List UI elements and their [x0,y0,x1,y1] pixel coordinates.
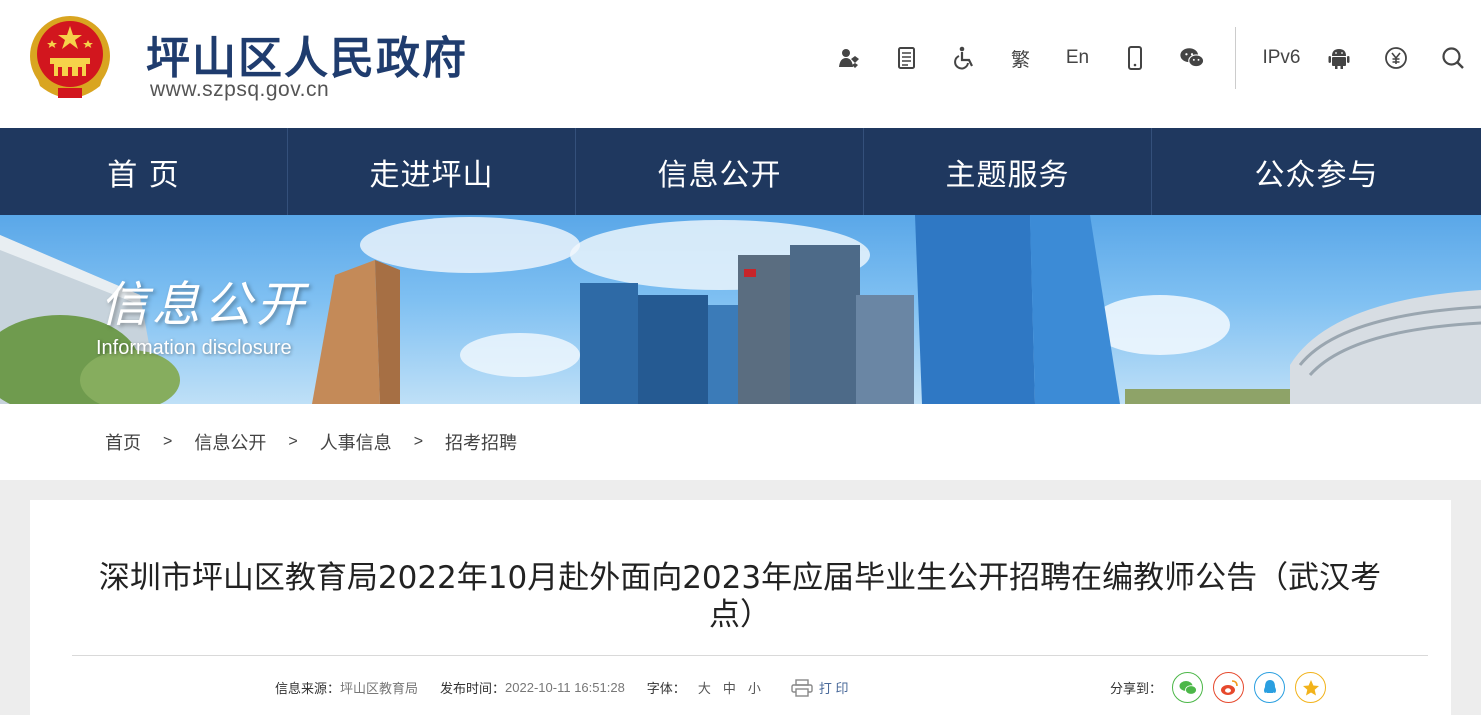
print-button[interactable]: 打 印 [791,678,849,697]
print-label: 打 印 [818,681,849,696]
banner-subtitle: Information disclosure [96,337,292,359]
nav-item-services[interactable]: 主题服务 [864,128,1152,215]
breadcrumb: 首页 > 信息公开 > 人事信息 > 招考招聘 [0,404,1481,480]
main-nav: 首 页 走进坪山 信息公开 主题服务 公众参与 [0,128,1481,215]
wechat-icon [1179,48,1204,68]
source-value: 坪山区教育局 [340,681,419,696]
site-url: www.szpsq.gov.cn [150,78,330,101]
wechat-icon [1179,680,1197,695]
android-button[interactable] [1310,38,1367,78]
search-button[interactable] [1424,38,1481,78]
yuan-currency-icon [1384,47,1407,69]
share-weibo-button[interactable] [1213,672,1245,703]
breadcrumb-disclosure[interactable]: 信息公开 [194,429,266,455]
breadcrumb-recruitment[interactable]: 招考招聘 [445,429,517,455]
english-button[interactable]: En [1049,38,1106,78]
star-icon [1302,679,1319,695]
banner-title: 信息公开 [100,277,309,333]
document-icon [897,47,915,69]
qq-penguin-icon [1263,679,1276,693]
nav-item-participation[interactable]: 公众参与 [1152,128,1481,215]
site-header: 坪山区人民政府 www.szpsq.gov.cn 繁 En IPv6 [0,0,1481,128]
font-medium-button[interactable]: 中 [723,678,736,697]
article-panel: 深圳市坪山区教育局2022年10月赴外面向2023年应届毕业生公开招聘在编教师公… [30,500,1451,715]
elder-mode-button[interactable] [821,38,878,78]
traditional-chinese-button[interactable]: 繁 [992,38,1049,78]
header-toolbar: 繁 En IPv6 [821,27,1481,89]
yuan-button[interactable] [1367,38,1424,78]
article-title: 深圳市坪山区教育局2022年10月赴外面向2023年应届毕业生公开招聘在编教师公… [98,560,1382,633]
title-divider [72,655,1428,656]
breadcrumb-home[interactable]: 首页 [105,429,141,455]
printer-icon [791,678,813,697]
time-value: 2022-10-11 16:51:28 [505,680,625,695]
toolbar-divider [1235,27,1236,89]
time-label: 发布时间： [440,681,506,696]
source-label: 信息来源： [275,681,341,696]
font-large-button[interactable]: 大 [698,678,711,697]
nav-item-about[interactable]: 走进坪山 [288,128,576,215]
android-icon [1328,49,1349,69]
nav-item-home[interactable]: 首 页 [0,128,288,215]
share-label: 分享到： [1110,681,1163,696]
breadcrumb-personnel[interactable]: 人事信息 [320,429,392,455]
people-icon [838,49,859,68]
breadcrumb-separator: > [413,433,424,450]
article-meta: 信息来源： 坪山区教育局 发布时间： 2022-10-11 16:51:28 字… [275,678,848,697]
ipv6-button[interactable]: IPv6 [1253,38,1310,78]
share-qq-button[interactable] [1254,672,1286,703]
share-wechat-button[interactable] [1172,672,1204,703]
wechat-button[interactable] [1163,38,1220,78]
banner: 信息公开 Information disclosure [0,215,1481,404]
accessibility-button[interactable] [935,38,992,78]
font-label: 字体： [646,681,686,696]
site-name[interactable]: 坪山区人民政府 [146,22,468,86]
wheelchair-icon [953,46,973,70]
mobile-phone-icon [1127,46,1142,70]
breadcrumb-separator: > [163,433,173,450]
nav-item-disclosure[interactable]: 信息公开 [576,128,864,215]
weibo-icon [1220,679,1238,695]
share-qzone-button[interactable] [1295,672,1327,703]
search-icon [1441,47,1464,69]
font-small-button[interactable]: 小 [748,678,761,697]
mobile-button[interactable] [1106,38,1163,78]
breadcrumb-separator: > [288,433,298,450]
document-button[interactable] [878,38,935,78]
national-emblem-logo[interactable] [28,14,112,102]
share-bar: 分享到： [1110,672,1327,703]
